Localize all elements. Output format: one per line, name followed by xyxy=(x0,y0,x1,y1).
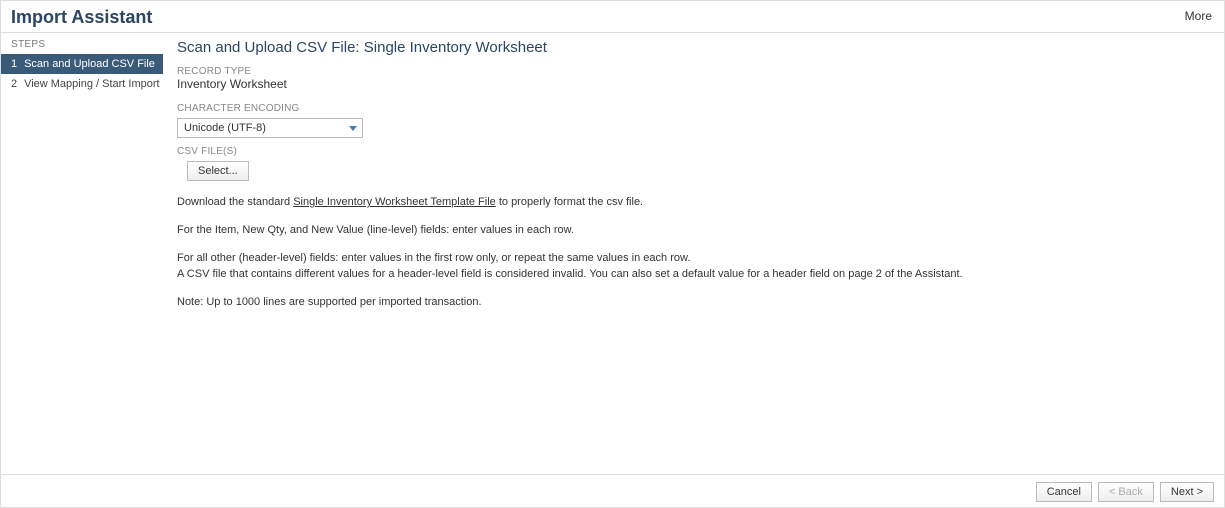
template-file-link[interactable]: Single Inventory Worksheet Template File xyxy=(293,196,496,208)
note-line-limit: Note: Up to 1000 lines are supported per… xyxy=(177,295,1212,311)
more-link[interactable]: More xyxy=(1185,9,1212,23)
character-encoding-select[interactable]: Unicode (UTF-8) xyxy=(177,118,363,138)
encoding-label: CHARACTER ENCODING xyxy=(177,103,1212,114)
step-view-mapping[interactable]: 2 View Mapping / Start Import xyxy=(1,74,163,94)
download-template-paragraph: Download the standard Single Inventory W… xyxy=(177,195,1212,211)
download-prefix: Download the standard xyxy=(177,196,293,208)
step-number: 1 xyxy=(11,58,21,70)
step-scan-upload[interactable]: 1 Scan and Upload CSV File xyxy=(1,54,163,74)
cancel-button[interactable]: Cancel xyxy=(1036,482,1092,502)
step-label: Scan and Upload CSV File xyxy=(24,58,155,70)
line-level-instructions: For the Item, New Qty, and New Value (li… xyxy=(177,223,1212,239)
import-assistant-page: Import Assistant More STEPS 1 Scan and U… xyxy=(0,0,1225,508)
select-file-button[interactable]: Select... xyxy=(187,161,249,181)
step-number: 2 xyxy=(11,78,21,90)
main-title: Scan and Upload CSV File: Single Invento… xyxy=(177,39,1212,56)
footer-bar: Cancel < Back Next > xyxy=(1,474,1224,508)
page-title: Import Assistant xyxy=(11,7,152,27)
header-level-instructions: For all other (header-level) fields: ent… xyxy=(177,251,1212,283)
record-type-label: RECORD TYPE xyxy=(177,66,1212,77)
step-label: View Mapping / Start Import xyxy=(24,78,160,90)
csv-files-label: CSV FILE(S) xyxy=(177,146,1212,157)
body: STEPS 1 Scan and Upload CSV File 2 View … xyxy=(1,32,1224,474)
download-suffix: to properly format the csv file. xyxy=(496,196,643,208)
encoding-selected-value: Unicode (UTF-8) xyxy=(184,122,266,134)
steps-header: STEPS xyxy=(1,33,163,54)
record-type-value: Inventory Worksheet xyxy=(177,77,1212,91)
back-button: < Back xyxy=(1098,482,1154,502)
header-level-row1: For all other (header-level) fields: ent… xyxy=(177,252,690,264)
header-level-row2: A CSV file that contains different value… xyxy=(177,268,963,280)
page-header: Import Assistant More xyxy=(1,1,1224,32)
main-content: Scan and Upload CSV File: Single Invento… xyxy=(163,33,1224,474)
steps-sidebar: STEPS 1 Scan and Upload CSV File 2 View … xyxy=(1,33,163,474)
next-button[interactable]: Next > xyxy=(1160,482,1214,502)
